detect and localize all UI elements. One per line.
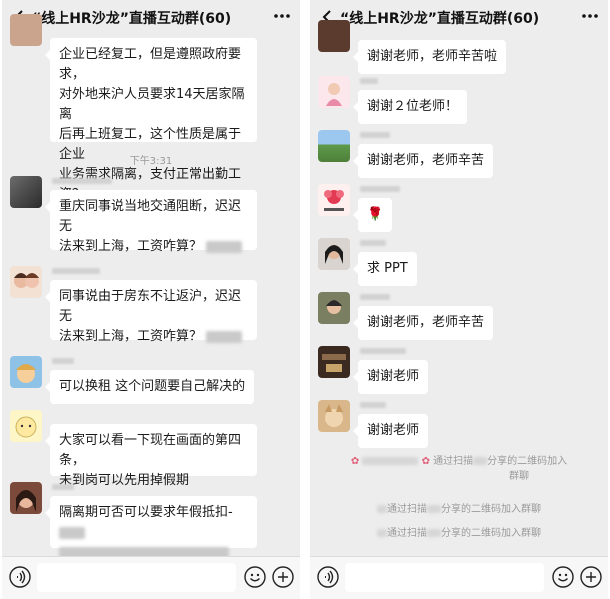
avatar[interactable] bbox=[318, 20, 350, 52]
notice-text: 通过扫描 bbox=[387, 528, 427, 539]
system-notice: 通过扫描 分享的二维码加入群聊 bbox=[310, 500, 608, 515]
emoji-icon[interactable] bbox=[552, 566, 574, 588]
message-text: 对外地来沪人员要求14天居家隔离 bbox=[59, 87, 245, 122]
avatar[interactable] bbox=[318, 130, 350, 162]
avatar[interactable] bbox=[318, 346, 350, 378]
notice-text: 分享的二维码加入群聊 bbox=[441, 504, 541, 515]
message-text: 谢谢老师 bbox=[367, 369, 420, 384]
avatar[interactable] bbox=[318, 292, 350, 324]
message-input[interactable] bbox=[345, 563, 544, 592]
message-bubble[interactable]: 谢谢老师，老师辛苦 bbox=[352, 144, 494, 178]
redacted-text bbox=[427, 529, 441, 537]
message-bubble[interactable]: 重庆同事说当地交通阻断，迟迟无 法来到上海，工资咋算？ bbox=[45, 190, 257, 254]
message-bubble[interactable]: 可以换租 这个问题要自己解决的 bbox=[44, 370, 255, 404]
flower-icon: ✿ bbox=[421, 456, 430, 467]
plus-icon[interactable] bbox=[580, 566, 602, 588]
message-bubble[interactable]: 求 PPT bbox=[353, 252, 417, 286]
sender-name bbox=[360, 132, 390, 138]
sender-name bbox=[52, 178, 112, 184]
timestamp: 下午3:31 bbox=[129, 156, 173, 167]
sender-name bbox=[52, 358, 74, 364]
notice-text: 分享的二维码加入 bbox=[487, 456, 568, 467]
message-text: 谢谢老师 bbox=[367, 423, 420, 438]
message-bubble[interactable]: 谢谢２位老师！ bbox=[352, 90, 468, 124]
redacted-text bbox=[362, 457, 419, 465]
redacted-text bbox=[377, 529, 387, 537]
notice-text: 通过扫描 bbox=[433, 456, 474, 467]
message-list[interactable]: 谢谢老师，老师辛苦啦 谢谢２位老师！ 谢谢老师，老师辛苦 🌹 求 PPT 谢谢老… bbox=[310, 20, 608, 557]
message-bubble[interactable]: 隔离期可否可以要求年假抵扣- bbox=[45, 496, 257, 559]
more-dots-icon[interactable] bbox=[582, 13, 598, 19]
sender-name bbox=[52, 268, 100, 274]
message-text: 可以换租 这个问题要自己解决的 bbox=[59, 379, 246, 394]
avatar[interactable] bbox=[318, 238, 350, 270]
message-text: 法来到上海，工资咋算？ bbox=[59, 329, 203, 344]
message-text: 同事说由于房东不让返沪，迟迟无 bbox=[59, 289, 242, 324]
message-bubble[interactable]: 谢谢老师 bbox=[352, 360, 429, 394]
sender-name bbox=[360, 186, 400, 192]
sender-name bbox=[52, 484, 74, 490]
sender-name bbox=[360, 348, 406, 354]
sender-name bbox=[360, 402, 386, 408]
chat-screen-right: “线上HR沙龙”直播互动群(60) 谢谢老师，老师辛苦啦 谢谢２位老师！ 谢谢老… bbox=[310, 0, 608, 599]
message-text: 求 PPT bbox=[367, 261, 408, 276]
chat-header: “线上HR沙龙”直播互动群(60) bbox=[310, 0, 608, 34]
rose-emoji: 🌹 bbox=[367, 207, 384, 222]
redacted-text bbox=[377, 505, 387, 513]
message-text: 谢谢老师，老师辛苦 bbox=[367, 153, 485, 168]
avatar[interactable] bbox=[318, 184, 350, 216]
avatar[interactable] bbox=[10, 266, 42, 298]
chat-title: “线上HR沙龙”直播互动群(60) bbox=[32, 11, 232, 27]
redacted-text bbox=[206, 330, 243, 343]
message-text: 法来到上海，工资咋算？ bbox=[59, 239, 203, 254]
avatar[interactable] bbox=[10, 356, 42, 388]
voice-icon[interactable] bbox=[9, 566, 31, 588]
message-text: 重庆同事说当地交通阻断，迟迟无 bbox=[59, 199, 242, 234]
system-notice: ✿ ✿ 通过扫描 分享的二维码加入 群聊 bbox=[310, 452, 608, 482]
message-text: 谢谢老师，老师辛苦啦 bbox=[367, 49, 498, 64]
message-list[interactable]: 企业已经复工，但是遵照政府要求， 对外地来沪人员要求14天居家隔离 后再上班复工… bbox=[2, 14, 300, 559]
avatar[interactable] bbox=[10, 410, 42, 442]
message-bubble[interactable]: 🌹 bbox=[352, 198, 393, 232]
notice-text: 分享的二维码加入群聊 bbox=[441, 528, 541, 539]
chat-title: “线上HR沙龙”直播互动群(60) bbox=[340, 11, 540, 27]
system-notice: 通过扫描 分享的二维码加入群聊 bbox=[310, 524, 608, 539]
message-bubble[interactable]: 谢谢老师 bbox=[352, 414, 429, 448]
plus-icon[interactable] bbox=[272, 566, 294, 588]
redacted-text bbox=[473, 457, 488, 465]
flower-icon: ✿ bbox=[350, 456, 360, 467]
chat-screen-left: “线上HR沙龙”直播互动群(60) 企业已经复工，但是遵照政府要求， 对外地来沪… bbox=[2, 0, 300, 599]
avatar[interactable] bbox=[10, 482, 42, 514]
message-text: 隔离期可否可以要求年假抵扣- bbox=[59, 505, 233, 520]
avatar[interactable] bbox=[10, 176, 42, 208]
message-text: 未到岗可以先用掉假期 bbox=[59, 473, 190, 488]
message-bubble[interactable]: 谢谢老师，老师辛苦啦 bbox=[352, 40, 507, 74]
sender-name bbox=[360, 294, 390, 300]
message-bubble[interactable]: 企业已经复工，但是遵照政府要求， 对外地来沪人员要求14天居家隔离 后再上班复工… bbox=[45, 38, 257, 221]
redacted-text bbox=[427, 505, 441, 513]
avatar[interactable] bbox=[318, 76, 350, 108]
chat-header: “线上HR沙龙”直播互动群(60) bbox=[2, 0, 300, 34]
notice-text: 群聊 bbox=[509, 471, 529, 482]
voice-icon[interactable] bbox=[317, 566, 339, 588]
avatar[interactable] bbox=[10, 14, 42, 46]
message-text: 企业已经复工，但是遵照政府要求， bbox=[59, 47, 242, 82]
input-bar bbox=[2, 556, 300, 599]
emoji-icon[interactable] bbox=[244, 566, 266, 588]
notice-text: 通过扫描 bbox=[387, 504, 427, 515]
redacted-text bbox=[59, 526, 85, 539]
redacted-text bbox=[206, 240, 243, 253]
message-input[interactable] bbox=[37, 563, 236, 592]
message-bubble[interactable]: 大家可以看一下现在画面的第四条， 未到岗可以先用掉假期 bbox=[45, 424, 257, 488]
more-dots-icon[interactable] bbox=[274, 13, 290, 19]
message-text: 谢谢２位老师！ bbox=[367, 99, 459, 114]
message-text: 大家可以看一下现在画面的第四条， bbox=[59, 433, 242, 468]
avatar[interactable] bbox=[318, 400, 350, 432]
sender-name bbox=[360, 240, 386, 246]
message-bubble[interactable]: 谢谢老师，老师辛苦 bbox=[352, 306, 494, 340]
input-bar bbox=[310, 556, 608, 599]
message-bubble[interactable]: 同事说由于房东不让返沪，迟迟无 法来到上海，工资咋算？ bbox=[45, 280, 257, 344]
sender-name bbox=[360, 78, 378, 84]
message-text: 谢谢老师，老师辛苦 bbox=[367, 315, 485, 330]
